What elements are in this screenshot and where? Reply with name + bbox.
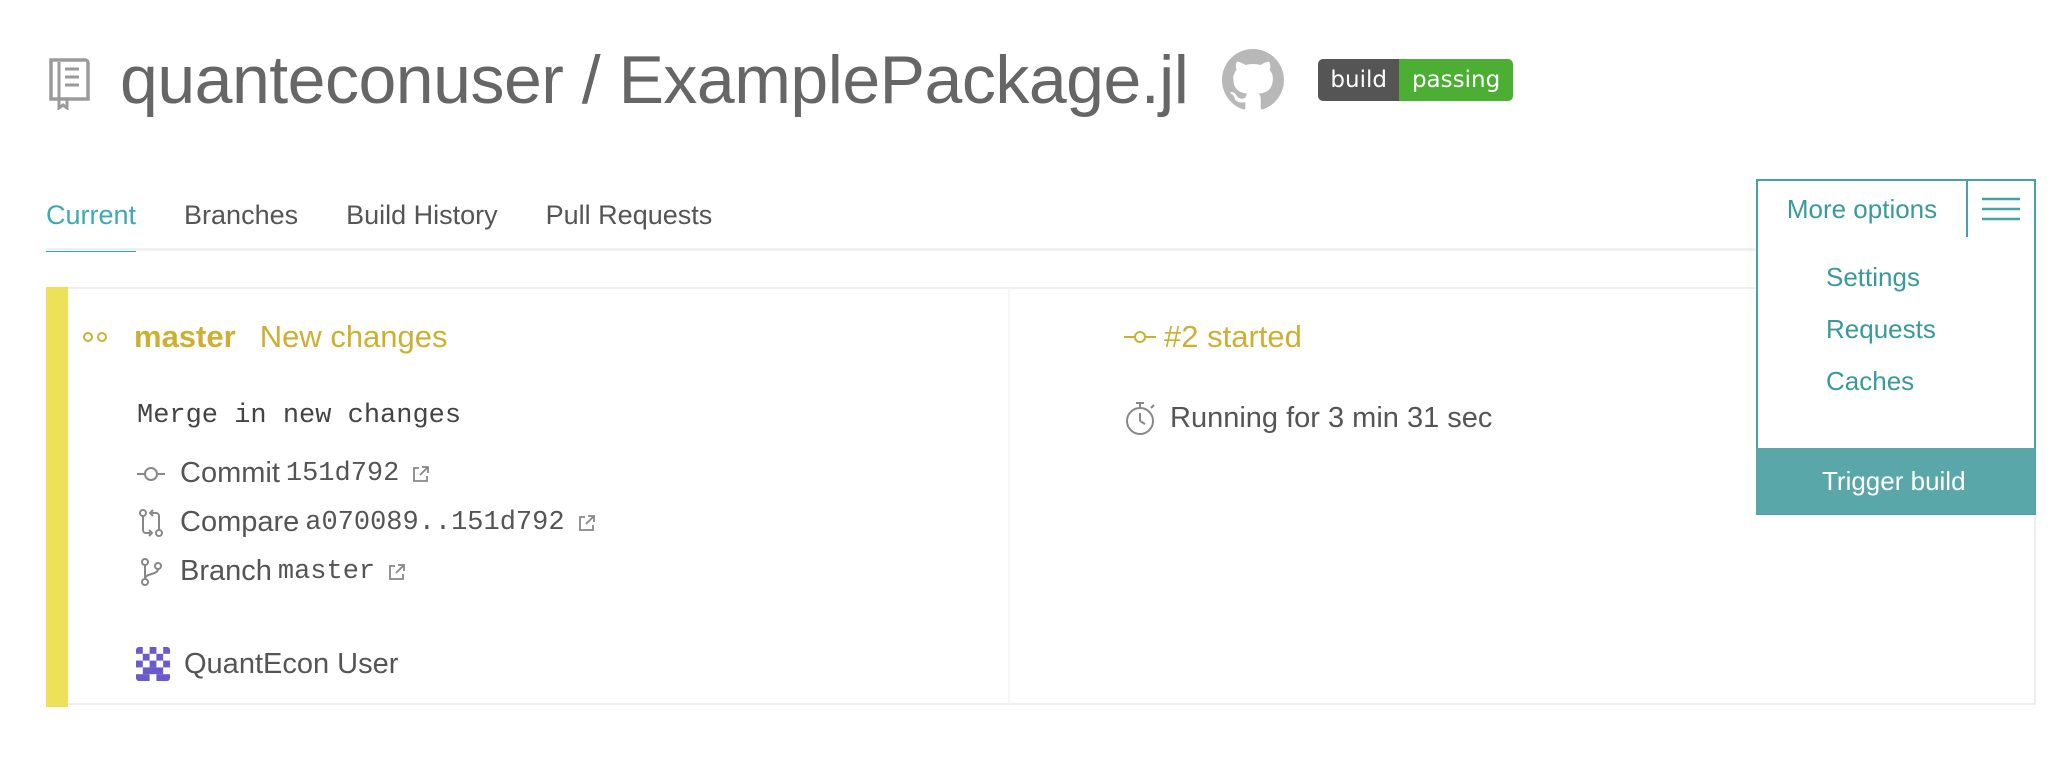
stopwatch-icon (1126, 402, 1155, 435)
author-row: QuantEcon User (136, 647, 398, 681)
tab-bar: Current Branches Build History Pull Requ… (46, 180, 760, 252)
trigger-build-button[interactable]: Trigger build (1756, 448, 2036, 514)
page-title: quanteconuser / ExamplePackage.jl (120, 42, 1189, 118)
compare-label: Compare (180, 506, 300, 538)
commit-label: Commit (180, 457, 280, 489)
badge-label: build (1318, 59, 1399, 101)
card-divider (1008, 289, 1010, 703)
branch-name[interactable]: master (134, 319, 236, 355)
branch-label: Branch (180, 555, 272, 587)
tab-build-history[interactable]: Build History (346, 180, 498, 250)
build-state-stripe (46, 287, 68, 707)
commit-icon (137, 466, 165, 481)
build-commit-icon (1124, 331, 1156, 343)
started-dots-icon (83, 332, 107, 342)
build-status-badge[interactable]: build passing (1318, 59, 1514, 101)
menu-item-caches[interactable]: Caches (1826, 366, 1914, 397)
branch-link-row: Branch master (136, 555, 407, 588)
tab-divider (46, 248, 1756, 251)
menu-item-requests[interactable]: Requests (1826, 314, 1936, 345)
build-state-text: New changes (259, 319, 448, 354)
hamburger-icon[interactable] (1982, 197, 2020, 221)
commit-message: Merge in new changes (137, 401, 462, 431)
compare-row: Compare a070089..151d792 (136, 506, 597, 539)
repo-icon (49, 58, 90, 110)
tab-branches[interactable]: Branches (184, 180, 298, 250)
badge-status: passing (1398, 59, 1514, 101)
compare-icon (139, 508, 163, 537)
author-name: QuantEcon User (184, 647, 399, 680)
external-link-icon[interactable] (577, 513, 597, 533)
build-number-link[interactable]: #2 started (1164, 319, 1302, 355)
menu-item-settings[interactable]: Settings (1826, 262, 1920, 293)
compare-range-link[interactable]: a070089..151d792 (305, 508, 564, 538)
external-link-icon[interactable] (411, 464, 431, 484)
more-options-button[interactable]: More options (1756, 179, 2036, 239)
build-duration: Running for 3 min 31 sec (1170, 401, 1493, 434)
avatar (136, 647, 170, 681)
build-page: quanteconuser / ExamplePackage.jl build … (0, 0, 2058, 774)
tab-pull-requests[interactable]: Pull Requests (546, 180, 713, 250)
branch-link[interactable]: master (278, 557, 375, 587)
build-card: master New changes Merge in new changes … (46, 287, 2036, 707)
tab-current[interactable]: Current (46, 180, 137, 252)
repo-header: quanteconuser / ExamplePackage.jl build … (48, 30, 1514, 130)
menu-toggle[interactable] (1966, 181, 2034, 237)
external-link-icon[interactable] (387, 562, 407, 582)
more-options-menu: Settings Requests Caches Trigger build (1756, 237, 2036, 515)
build-number-row: #2 started (1124, 319, 1302, 355)
branch-row: master New changes (82, 319, 448, 355)
duration-row: Running for 3 min 31 sec (1124, 399, 1492, 437)
github-icon[interactable] (1222, 49, 1285, 111)
commit-hash-link[interactable]: 151d792 (286, 459, 399, 489)
commit-row: Commit 151d792 (136, 457, 431, 490)
more-options-label[interactable]: More options (1758, 181, 1966, 237)
branch-icon (141, 557, 162, 586)
